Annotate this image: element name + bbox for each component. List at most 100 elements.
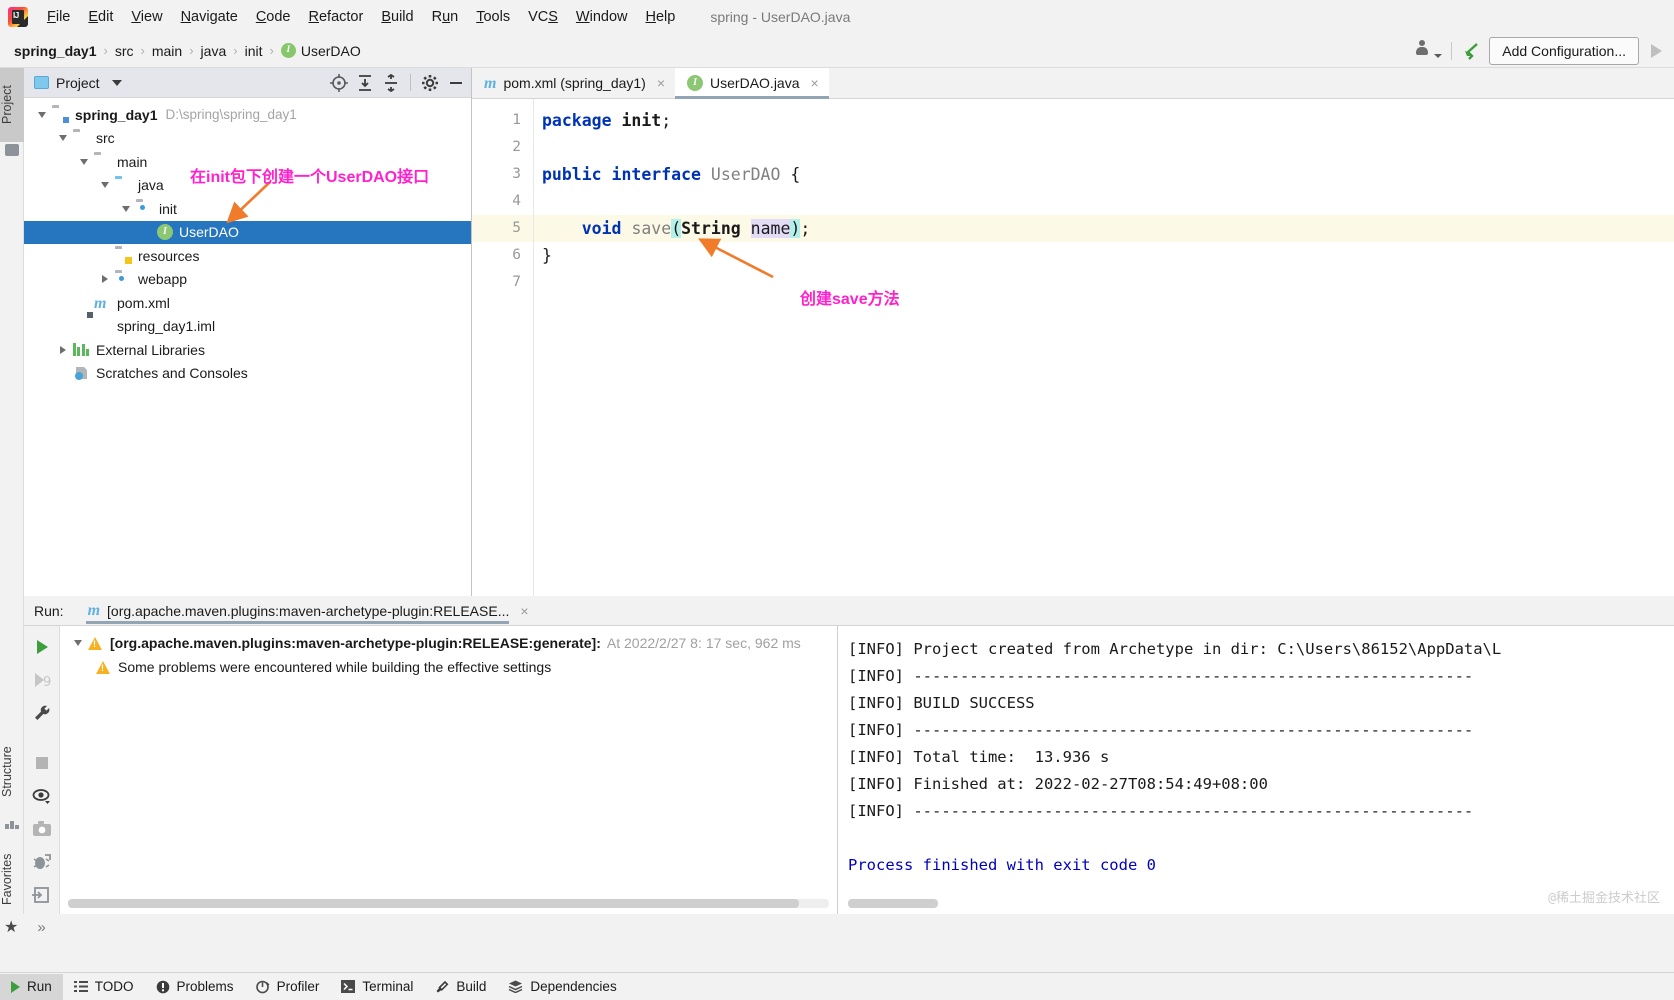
run-panel-header: Run: m [org.apache.maven.plugins:maven-a…	[24, 596, 1674, 626]
hide-minus-icon[interactable]	[445, 72, 467, 94]
menu-refactor[interactable]: Refactor	[300, 5, 373, 29]
status-tab-dependencies[interactable]: Dependencies	[497, 974, 627, 1000]
divider	[1451, 41, 1453, 60]
rerun-failed-icon[interactable]: 9	[31, 669, 53, 691]
chevron-right-icon[interactable]	[53, 345, 73, 354]
person-dropdown-icon[interactable]	[1416, 39, 1443, 63]
menu-help[interactable]: Help	[636, 5, 684, 29]
close-icon[interactable]: ×	[520, 603, 528, 619]
structure-icon	[5, 818, 19, 829]
annotation-init-package: 在init包下创建一个UserDAO接口	[190, 169, 430, 186]
tree-node-init[interactable]: init	[24, 197, 471, 221]
close-icon[interactable]: ×	[811, 75, 819, 91]
breadcrumb-item-java[interactable]: java	[201, 43, 227, 59]
expand-all-icon[interactable]	[354, 72, 376, 94]
menu-vcs[interactable]: VCS	[519, 5, 567, 29]
tree-node-spring-day1[interactable]: spring_day1 D:\spring\spring_day1	[24, 103, 471, 127]
chevron-down-icon[interactable]	[95, 181, 115, 189]
rerun-play-icon[interactable]	[31, 636, 53, 658]
tree-row-child[interactable]: Some problems were encountered while bui…	[60, 655, 837, 679]
chevron-down-icon[interactable]	[74, 158, 94, 166]
stop-icon[interactable]	[31, 752, 53, 774]
folder-icon	[94, 154, 111, 169]
run-tab-maven[interactable]: m [org.apache.maven.plugins:maven-archet…	[80, 599, 537, 624]
idea-window: FileEditViewNavigateCodeRefactorBuildRun…	[0, 0, 1674, 1000]
chevron-down-icon[interactable]	[111, 79, 122, 86]
terminal-icon	[341, 980, 356, 993]
tree-node-spring-day1-iml[interactable]: spring_day1.iml	[24, 315, 471, 339]
collapse-all-icon[interactable]	[380, 72, 402, 94]
breadcrumb-item-init[interactable]: init	[245, 43, 263, 59]
menu-file[interactable]: File	[38, 5, 79, 29]
debug-icon[interactable]	[31, 851, 53, 873]
breadcrumb-separator: ›	[189, 43, 194, 58]
breadcrumb-item-spring-day1[interactable]: spring_day1	[14, 43, 96, 59]
tree-node-label: Scratches and Consoles	[96, 365, 248, 382]
editor-tab-pom-xml[interactable]: m pom.xml (spring_day1) ×	[472, 68, 676, 98]
menu-view[interactable]: View	[122, 5, 171, 29]
status-tab-label: Dependencies	[530, 979, 617, 994]
sidebar-tab-favorites[interactable]: Favorites	[0, 840, 24, 918]
console-output[interactable]: [INFO] Project created from Archetype in…	[838, 626, 1674, 914]
tree-node-webapp[interactable]: webapp	[24, 268, 471, 292]
scratches-icon	[73, 366, 90, 381]
status-tab-terminal[interactable]: Terminal	[330, 974, 424, 1000]
settings-gear-icon[interactable]	[419, 72, 441, 94]
project-tree[interactable]: spring_day1 D:\spring\spring_day1 src main j…	[24, 98, 471, 385]
console-line: [INFO] ---------------------------------…	[848, 721, 1474, 739]
locate-target-icon[interactable]	[328, 72, 350, 94]
screenshot-camera-icon[interactable]	[31, 818, 53, 840]
run-play-icon[interactable]	[1651, 43, 1662, 58]
tree-node-scratches-and-consoles[interactable]: Scratches and Consoles	[24, 362, 471, 386]
more-icon[interactable]: »	[31, 917, 53, 939]
console-horizontal-scrollbar[interactable]	[848, 899, 938, 908]
settings-wrench-icon[interactable]	[31, 702, 53, 724]
menu-code[interactable]: Code	[247, 5, 300, 29]
editor-tab-userdao-java[interactable]: I UserDAO.java ×	[675, 68, 829, 99]
breadcrumb-item-userdao[interactable]: I UserDAO	[280, 43, 361, 59]
breadcrumb-item-main[interactable]: main	[152, 43, 182, 59]
menu-tools[interactable]: Tools	[467, 5, 519, 29]
sidebar-tab-structure[interactable]: Structure	[0, 732, 24, 812]
tree-node-external-libraries[interactable]: External Libraries	[24, 338, 471, 362]
filter-eye-icon[interactable]	[31, 785, 53, 807]
build-hammer-icon[interactable]	[1461, 40, 1483, 62]
code-editor[interactable]: 1 2 3 4 5 6 7 package init; public interface U…	[472, 99, 1674, 596]
breadcrumb-label: init	[244, 42, 263, 59]
run-result-tree[interactable]: [org.apache.maven.plugins:maven-archetyp…	[60, 626, 838, 914]
run-tree-timestamp: At 2022/2/27 8:	[606, 635, 702, 651]
project-folder-icon	[34, 76, 49, 89]
status-tab-problems[interactable]: Problems	[145, 974, 245, 1000]
status-tab-profiler[interactable]: Profiler	[245, 974, 331, 1000]
code-content[interactable]: package init; public interface UserDAO {…	[534, 99, 1674, 596]
menu-build[interactable]: Build	[372, 5, 422, 29]
breadcrumb-item-src[interactable]: src	[115, 43, 134, 59]
chevron-down-icon[interactable]	[32, 111, 52, 119]
tree-node-src[interactable]: src	[24, 127, 471, 151]
editor-tab-label: UserDAO.java	[710, 75, 800, 91]
chevron-right-icon[interactable]	[95, 275, 115, 284]
menu-navigate[interactable]: Navigate	[172, 5, 247, 29]
chevron-down-icon[interactable]	[53, 134, 73, 142]
status-tab-todo[interactable]: TODO	[63, 974, 145, 1000]
status-tab-run[interactable]: Run	[0, 973, 63, 1000]
menu-window[interactable]: Window	[567, 5, 637, 29]
console-line: [INFO] BUILD SUCCESS	[848, 694, 1035, 712]
horizontal-scrollbar[interactable]	[68, 899, 829, 908]
run-panel-label: Run:	[34, 602, 64, 619]
add-configuration-button[interactable]: Add Configuration...	[1489, 36, 1639, 65]
close-icon[interactable]: ×	[657, 75, 665, 91]
status-tab-label: Run	[27, 979, 52, 994]
status-tab-build[interactable]: Build	[424, 974, 497, 1000]
export-icon[interactable]	[31, 884, 53, 906]
tree-node-userdao[interactable]: I UserDAO	[24, 220, 471, 244]
menu-run[interactable]: Run	[423, 5, 468, 29]
tree-row-root[interactable]: [org.apache.maven.plugins:maven-archetyp…	[60, 631, 837, 655]
menu-edit[interactable]: Edit	[79, 5, 122, 29]
chevron-down-icon[interactable]	[116, 205, 136, 213]
chevron-down-icon[interactable]	[68, 639, 88, 647]
tree-node-resources[interactable]: resources	[24, 244, 471, 268]
tree-node-label: main	[117, 153, 148, 170]
sidebar-tab-project[interactable]: Project	[0, 68, 24, 142]
